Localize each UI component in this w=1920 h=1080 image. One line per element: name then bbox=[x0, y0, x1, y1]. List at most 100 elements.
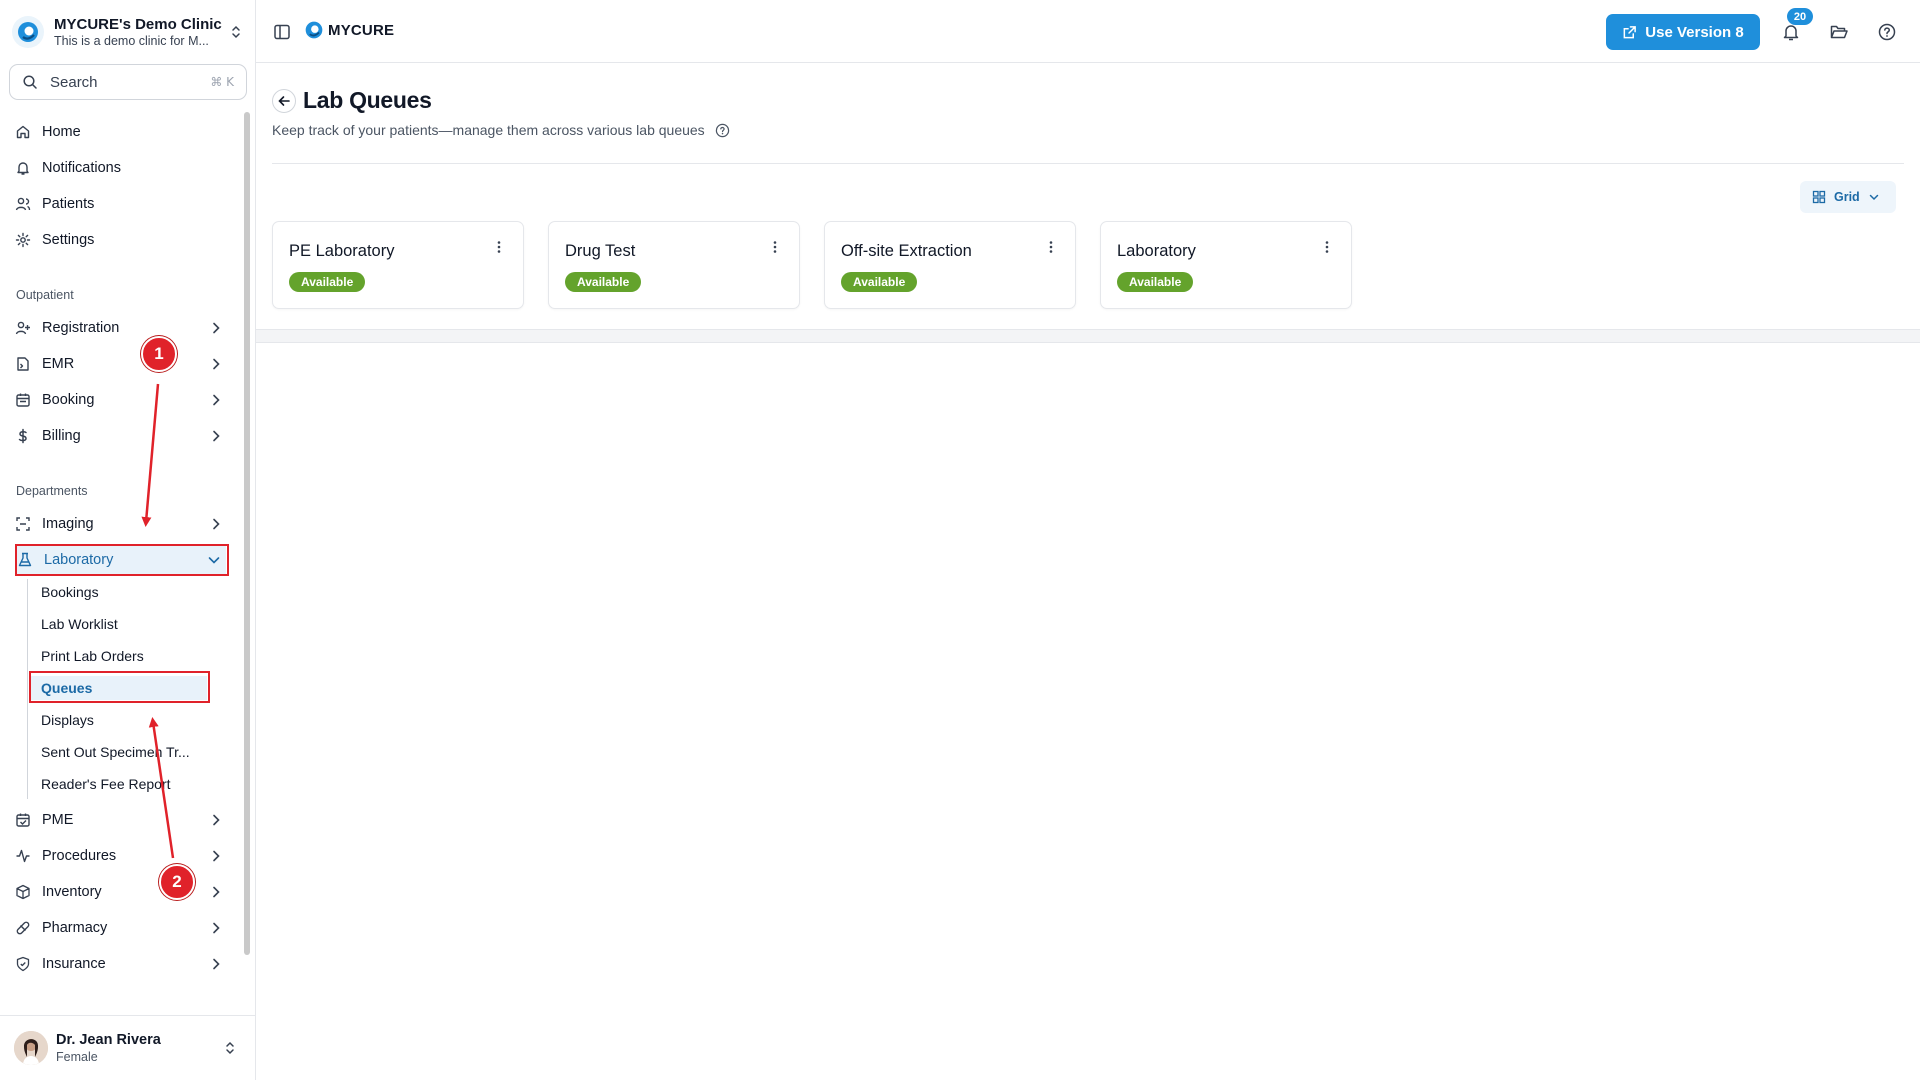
chevron-right-icon bbox=[213, 814, 220, 826]
file-icon bbox=[14, 355, 32, 373]
queue-card-pe-laboratory[interactable]: PE Laboratory Available bbox=[272, 221, 524, 309]
chevron-right-icon bbox=[213, 358, 220, 370]
bell-icon[interactable] bbox=[1781, 22, 1801, 42]
help-circle-icon[interactable] bbox=[1877, 22, 1897, 42]
status-badge: Available bbox=[841, 272, 918, 292]
chevron-right-icon bbox=[213, 958, 220, 970]
search-shortcut: ⌘ K bbox=[210, 75, 234, 89]
sidebar-item-label: Settings bbox=[42, 232, 95, 248]
sidebar-item-label: Procedures bbox=[42, 848, 117, 864]
more-vertical-icon[interactable] bbox=[767, 239, 783, 255]
clinic-switcher[interactable]: MYCURE's Demo Clinic This is a demo clin… bbox=[12, 12, 244, 52]
sidebar-item-notifications[interactable]: Notifications bbox=[14, 154, 228, 182]
help-circle-icon[interactable] bbox=[715, 123, 730, 138]
sidebar-subitem-print-lab-orders[interactable]: Print Lab Orders bbox=[41, 644, 144, 668]
page-subtitle: Keep track of your patients—manage them … bbox=[272, 122, 705, 138]
queue-name: PE Laboratory bbox=[289, 242, 395, 260]
shield-icon bbox=[14, 955, 32, 973]
use-version-label: Use Version 8 bbox=[1645, 23, 1744, 41]
sidebar-subitem-sent-out-specimen[interactable]: Sent Out Specimen Tr... bbox=[41, 740, 190, 764]
pill-icon bbox=[14, 919, 32, 937]
search-placeholder: Search bbox=[50, 73, 98, 91]
bell-icon bbox=[14, 159, 32, 177]
outpatient-group-label: Outpatient bbox=[16, 288, 74, 302]
external-link-icon bbox=[1623, 25, 1637, 38]
queue-card-drug-test[interactable]: Drug Test Available bbox=[548, 221, 800, 309]
sidebar-scrollbar[interactable] bbox=[244, 112, 250, 955]
gear-icon bbox=[14, 231, 32, 249]
mycure-logo-icon bbox=[12, 16, 44, 48]
more-vertical-icon[interactable] bbox=[491, 239, 507, 255]
sidebar-item-label: Inventory bbox=[42, 884, 102, 900]
avatar bbox=[14, 1031, 48, 1065]
sidebar-item-registration[interactable]: Registration bbox=[14, 314, 228, 342]
sidebar-item-home[interactable]: Home bbox=[14, 118, 228, 146]
status-badge: Available bbox=[1117, 272, 1194, 292]
back-button[interactable] bbox=[272, 89, 296, 113]
sidebar-item-imaging[interactable]: Imaging bbox=[14, 510, 228, 538]
view-mode-select[interactable]: Grid bbox=[1800, 181, 1896, 213]
view-mode-label: Grid bbox=[1834, 190, 1860, 204]
more-vertical-icon[interactable] bbox=[1319, 239, 1335, 255]
queue-card-off-site-extraction[interactable]: Off-site Extraction Available bbox=[824, 221, 1076, 309]
chevron-right-icon bbox=[213, 886, 220, 898]
sidebar-item-booking[interactable]: Booking bbox=[14, 386, 228, 414]
use-version-button[interactable]: Use Version 8 bbox=[1606, 14, 1760, 50]
annotation-step-1: 1 bbox=[141, 336, 177, 372]
arrow-left-icon bbox=[278, 96, 290, 106]
user-menu[interactable]: Dr. Jean Rivera Female bbox=[0, 1015, 256, 1080]
user-name: Dr. Jean Rivera bbox=[56, 1032, 161, 1048]
sidebar-subitem-queues[interactable]: Queues bbox=[31, 676, 207, 700]
queue-name: Laboratory bbox=[1117, 242, 1196, 260]
mycure-logo-icon bbox=[305, 21, 323, 39]
sidebar-item-patients[interactable]: Patients bbox=[14, 190, 228, 218]
dollar-icon bbox=[14, 427, 32, 445]
sidebar-item-label: EMR bbox=[42, 356, 75, 372]
sidebar-item-pme[interactable]: PME bbox=[14, 806, 228, 834]
sidebar-item-insurance[interactable]: Insurance bbox=[14, 950, 228, 978]
home-icon bbox=[14, 123, 32, 141]
sidebar-subitem-readers-fee-report[interactable]: Reader's Fee Report bbox=[41, 772, 171, 796]
calendar-icon bbox=[14, 391, 32, 409]
queue-name: Drug Test bbox=[565, 242, 636, 260]
sidebar-item-label: Home bbox=[42, 124, 81, 140]
sidebar-subitem-bookings[interactable]: Bookings bbox=[41, 580, 99, 604]
sidebar-item-label: Notifications bbox=[42, 160, 121, 176]
brand-logo[interactable]: MYCURE bbox=[304, 20, 394, 40]
sidebar-item-settings[interactable]: Settings bbox=[14, 226, 228, 254]
sidebar-subitem-displays[interactable]: Displays bbox=[41, 708, 94, 732]
folder-open-icon[interactable] bbox=[1829, 22, 1849, 42]
chevron-right-icon bbox=[213, 394, 220, 406]
sidebar-item-billing[interactable]: Billing bbox=[14, 422, 228, 450]
status-badge: Available bbox=[565, 272, 642, 292]
sidebar-item-label: PME bbox=[42, 812, 74, 828]
sidebar-item-laboratory[interactable]: Laboratory bbox=[16, 546, 226, 574]
activity-icon bbox=[14, 847, 32, 865]
content-separator-band bbox=[256, 329, 1920, 343]
sidebar-item-label: Imaging bbox=[42, 516, 94, 532]
sidebar-item-procedures[interactable]: Procedures bbox=[14, 842, 228, 870]
queue-name: Off-site Extraction bbox=[841, 242, 972, 260]
scan-icon bbox=[14, 515, 32, 533]
search-input[interactable]: Search ⌘ K bbox=[9, 64, 247, 100]
sidebar-item-label: Billing bbox=[42, 428, 81, 444]
submenu-guide-line bbox=[27, 579, 28, 799]
sidebar-item-label: Laboratory bbox=[44, 552, 114, 568]
user-subtitle: Female bbox=[56, 1050, 98, 1064]
sidebar-item-label: Insurance bbox=[42, 956, 106, 972]
sidebar-item-pharmacy[interactable]: Pharmacy bbox=[14, 914, 228, 942]
annotation-step-2: 2 bbox=[159, 864, 195, 900]
queue-card-laboratory[interactable]: Laboratory Available bbox=[1100, 221, 1352, 309]
sidebar-item-emr[interactable]: EMR bbox=[14, 350, 228, 378]
sidebar-toggle-icon[interactable] bbox=[273, 23, 291, 41]
chevron-right-icon bbox=[213, 850, 220, 862]
brand-name: MYCURE bbox=[328, 21, 395, 39]
clinic-name: MYCURE's Demo Clinic bbox=[54, 16, 222, 33]
sidebar-item-inventory[interactable]: Inventory bbox=[14, 878, 228, 906]
page-title: Lab Queues bbox=[303, 87, 432, 113]
more-vertical-icon[interactable] bbox=[1043, 239, 1059, 255]
departments-group-label: Departments bbox=[16, 484, 88, 498]
sidebar-subitem-lab-worklist[interactable]: Lab Worklist bbox=[41, 612, 118, 636]
top-bar: MYCURE Use Version 8 20 bbox=[256, 0, 1920, 63]
sidebar-item-label: Booking bbox=[42, 392, 95, 408]
